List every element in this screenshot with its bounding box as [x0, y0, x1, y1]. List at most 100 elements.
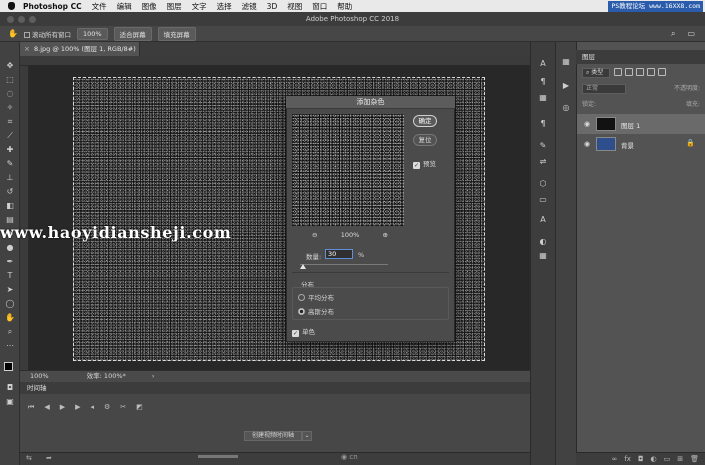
pen-tool-icon[interactable]: ✒ — [4, 256, 16, 267]
lasso-tool-icon[interactable]: ◌ — [4, 88, 16, 99]
next-frame-icon[interactable]: ▶ — [75, 403, 80, 412]
measurement-icon[interactable]: ▭ — [536, 194, 550, 205]
menu-select[interactable]: 选择 — [217, 1, 232, 12]
zoom-in-icon[interactable]: ⊕ — [383, 231, 388, 239]
zoom-window-icon[interactable] — [29, 16, 36, 23]
menu-help[interactable]: 帮助 — [337, 1, 352, 12]
screen-mode-icon[interactable]: ▣ — [4, 396, 16, 407]
first-frame-icon[interactable]: ⏮ — [28, 403, 34, 412]
app-menu[interactable]: Photoshop CC — [23, 2, 82, 11]
menu-3d[interactable]: 3D — [267, 2, 278, 11]
color-icon[interactable]: ◐ — [536, 236, 550, 247]
type-panel-icon[interactable]: A — [536, 214, 550, 225]
layers-tab[interactable]: 图层 — [576, 50, 705, 64]
amount-input[interactable]: 30 — [325, 249, 353, 259]
marquee-tool-icon[interactable]: ⬚ — [4, 74, 16, 85]
type-tool-icon[interactable]: T — [4, 270, 16, 281]
transition-icon[interactable]: ◩ — [136, 403, 143, 412]
menu-image[interactable]: 图像 — [142, 1, 157, 12]
menu-edit[interactable]: 编辑 — [117, 1, 132, 12]
visibility-eye-icon[interactable]: ◉ — [584, 120, 590, 128]
hand-tool-icon[interactable]: ✋ — [4, 312, 16, 323]
apple-logo-icon[interactable] — [8, 2, 15, 10]
navigator-icon[interactable]: ▦ — [559, 56, 573, 67]
history-icon[interactable]: ◎ — [559, 102, 573, 113]
actions-play-icon[interactable]: ▶ — [559, 80, 573, 91]
zoom-tool-icon[interactable]: ⌕ — [4, 326, 16, 337]
dodge-tool-icon[interactable]: ● — [4, 242, 16, 253]
shape-tool-icon[interactable]: ◯ — [4, 298, 16, 309]
fill-label[interactable]: 填充: — [630, 99, 700, 108]
delete-layer-icon[interactable]: 🗑 — [690, 455, 699, 463]
settings-icon[interactable]: ⚙ — [104, 403, 110, 412]
document-tab[interactable]: 8.jpg @ 100% (图层 1, RGB/8#) — [20, 42, 140, 56]
shape-filter-icon[interactable] — [647, 68, 655, 76]
menu-window[interactable]: 窗口 — [312, 1, 327, 12]
amount-slider-handle[interactable] — [300, 264, 306, 269]
foreground-color-swatch[interactable] — [4, 362, 13, 371]
fit-screen-button[interactable]: 适合屏幕 — [113, 26, 152, 41]
eraser-tool-icon[interactable]: ◧ — [4, 200, 16, 211]
uniform-radio[interactable]: 平均分布 — [298, 292, 334, 302]
prev-frame-icon[interactable]: ◀ — [44, 403, 49, 412]
menu-filter[interactable]: 滤镜 — [242, 1, 257, 12]
dialog-title[interactable]: 添加杂色 — [286, 96, 455, 109]
hand-tool-icon[interactable]: ✋ — [8, 29, 18, 38]
split-icon[interactable]: ✂ — [120, 403, 126, 412]
history-brush-icon[interactable]: ↺ — [4, 186, 16, 197]
paragraph-styles-icon[interactable]: ¶ — [536, 118, 550, 129]
render-icon[interactable]: ➦ — [46, 454, 52, 462]
add-mask-icon[interactable]: ◘ — [638, 455, 644, 463]
stamp-tool-icon[interactable]: ⊥ — [4, 172, 16, 183]
magic-wand-icon[interactable]: ✧ — [4, 102, 16, 113]
monochromatic-checkbox[interactable]: ✓ 单色 — [292, 326, 315, 337]
fill-screen-button[interactable]: 填充屏幕 — [157, 26, 196, 41]
healing-brush-icon[interactable]: ✚ — [4, 144, 16, 155]
brush-tool-icon[interactable]: ✎ — [4, 158, 16, 169]
chevron-down-icon[interactable]: ⌄ — [302, 431, 312, 441]
crop-tool-icon[interactable]: ⌗ — [4, 116, 16, 127]
scroll-all-windows-checkbox[interactable]: 滚动所有窗口 — [23, 29, 71, 39]
swatches-icon[interactable]: ▦ — [536, 250, 550, 261]
more-tools-icon[interactable]: ⋯ — [4, 340, 16, 351]
type-filter-icon[interactable] — [636, 68, 644, 76]
amount-slider-track[interactable] — [300, 264, 388, 265]
menu-layer[interactable]: 图层 — [167, 1, 182, 12]
ok-button[interactable]: 确定 — [413, 115, 437, 127]
link-layers-icon[interactable]: ∞ — [612, 455, 618, 463]
layer-row-1[interactable]: ◉ 图层 1 — [577, 114, 705, 134]
gaussian-radio[interactable]: 高斯分布 — [298, 306, 334, 316]
opacity-label[interactable]: 不透明度: — [630, 84, 700, 94]
glyphs-icon[interactable]: ▦ — [536, 92, 550, 103]
workspace-icon[interactable]: ▭ — [687, 29, 695, 38]
create-video-timeline-button[interactable]: 创建视频时间轴 — [244, 431, 302, 441]
path-select-icon[interactable]: ➤ — [4, 284, 16, 295]
brush-settings-icon[interactable]: ✎ — [536, 140, 550, 151]
character-panel-icon[interactable]: A — [536, 58, 550, 69]
timeline-title[interactable]: 时间轴 — [27, 384, 47, 392]
close-window-icon[interactable] — [7, 16, 14, 23]
status-arrow-icon[interactable]: › — [152, 372, 155, 380]
zoom-100-button[interactable]: 100% — [76, 27, 108, 40]
audio-icon[interactable]: ◂ — [90, 403, 94, 412]
smart-filter-icon[interactable] — [658, 68, 666, 76]
menu-type[interactable]: 文字 — [192, 1, 207, 12]
search-icon[interactable]: ⌕ — [671, 29, 675, 39]
pixel-filter-icon[interactable] — [614, 68, 622, 76]
menu-file[interactable]: 文件 — [92, 1, 107, 12]
new-layer-icon[interactable]: ⊞ — [677, 455, 683, 463]
layer-kind-filter[interactable]: ⌕ 类型 — [582, 68, 610, 78]
close-tab-icon[interactable]: × — [24, 42, 30, 56]
move-tool-icon[interactable]: ✥ — [4, 60, 16, 71]
preview-checkbox[interactable]: ✓ 预览 — [413, 158, 436, 169]
play-icon[interactable]: ▶ — [60, 403, 65, 412]
status-zoom[interactable]: 100% — [30, 372, 49, 380]
fx-icon[interactable]: fx — [624, 455, 631, 463]
adjustment-filter-icon[interactable] — [625, 68, 633, 76]
blend-mode-select[interactable]: 正常 — [582, 84, 626, 94]
zoom-out-icon[interactable]: ⊖ — [312, 231, 317, 239]
noise-preview[interactable] — [292, 114, 404, 226]
adjustments-icon[interactable]: ⇌ — [536, 156, 550, 167]
group-icon[interactable]: ▭ — [664, 455, 671, 463]
menu-view[interactable]: 视图 — [287, 1, 302, 12]
